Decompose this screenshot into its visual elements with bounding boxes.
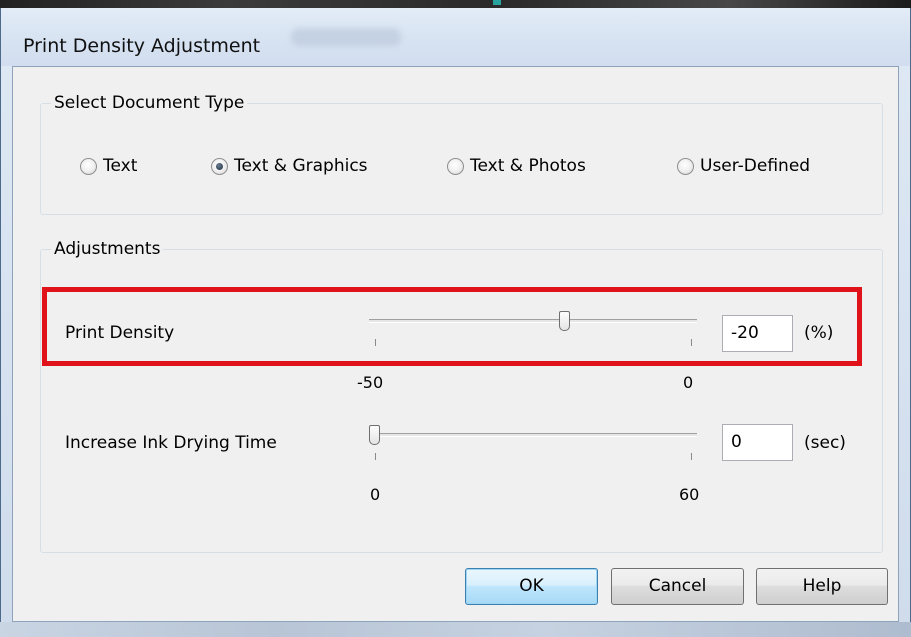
radio-user-defined[interactable]: User-Defined (677, 156, 810, 176)
ink-drying-tick-min (375, 453, 376, 460)
window-title: Print Density Adjustment (23, 35, 261, 57)
radio-user-defined-label: User-Defined (700, 156, 811, 176)
ink-drying-slider-thumb[interactable] (369, 425, 380, 445)
radio-text[interactable]: Text (80, 156, 137, 176)
dialog-client-area: Select Document Type Text Text & Graphic… (12, 66, 899, 622)
print-density-max-label: 0 (683, 373, 694, 392)
radio-text-graphics[interactable]: Text & Graphics (211, 156, 368, 176)
title-bar-glass (291, 28, 401, 46)
print-density-highlight-box (42, 287, 862, 366)
top-edge-mark (493, 0, 501, 5)
ink-drying-max-label: 60 (679, 485, 700, 504)
window-top-edge (0, 0, 911, 8)
ink-drying-min-label: 0 (370, 485, 381, 504)
help-button[interactable]: Help (756, 568, 888, 605)
ink-drying-slider-track[interactable] (369, 433, 697, 437)
radio-text-graphics-label: Text & Graphics (234, 156, 368, 176)
radio-checked-icon (211, 157, 228, 175)
radio-unchecked-icon (677, 157, 694, 175)
ink-drying-tick-max (691, 453, 692, 460)
print-density-min-label: -50 (357, 373, 384, 392)
title-bar[interactable]: Print Density Adjustment (1, 8, 910, 66)
radio-text-photos[interactable]: Text & Photos (447, 156, 586, 176)
ok-button[interactable]: OK (465, 568, 598, 605)
document-type-group-title: Select Document Type (51, 93, 248, 113)
ink-drying-time-label: Increase Ink Drying Time (65, 433, 277, 453)
radio-unchecked-icon (80, 157, 97, 175)
ink-drying-time-input[interactable]: 0 (722, 424, 793, 461)
window-bottom-edge (0, 622, 911, 637)
cancel-button[interactable]: Cancel (611, 568, 744, 605)
radio-text-label: Text (103, 156, 138, 176)
radio-unchecked-icon (447, 157, 464, 175)
radio-text-photos-label: Text & Photos (470, 156, 586, 176)
adjustments-group-title: Adjustments (51, 239, 164, 259)
ink-drying-time-unit: (sec) (804, 433, 846, 453)
